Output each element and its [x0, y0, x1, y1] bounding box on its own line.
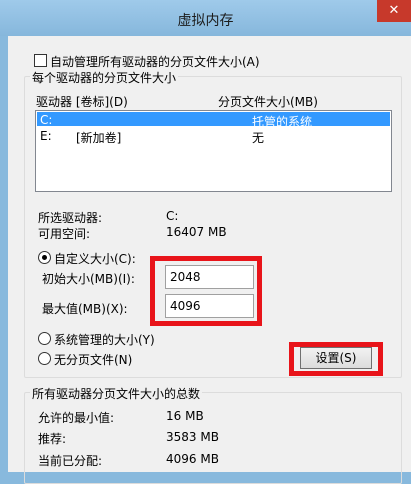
currently-allocated-label: 当前已分配:: [38, 454, 103, 468]
recommended-label: 推荐:: [38, 432, 67, 446]
no-paging-radio[interactable]: [38, 352, 51, 365]
system-managed-radio[interactable]: [38, 332, 51, 345]
close-icon: ✕: [388, 3, 400, 18]
free-space-value: 16407 MB: [166, 225, 227, 239]
selected-drive-label: 所选驱动器:: [38, 211, 103, 225]
drive-row-size[interactable]: 托管的系统: [252, 113, 312, 130]
initial-size-label: 初始大小(MB)(I):: [42, 272, 135, 286]
selected-drive-value: C:: [166, 209, 179, 223]
custom-size-radio[interactable]: [38, 251, 51, 264]
no-paging-label[interactable]: 无分页文件(N): [54, 351, 132, 368]
max-size-input[interactable]: 4096: [165, 294, 254, 318]
drive-row-drive[interactable]: E:: [40, 129, 52, 143]
min-allowed-value: 16 MB: [166, 409, 204, 423]
currently-allocated-value: 4096 MB: [166, 452, 219, 466]
system-managed-label[interactable]: 系统管理的大小(Y): [54, 331, 155, 348]
close-button[interactable]: ✕: [377, 0, 411, 22]
column-header-size: 分页文件大小(MB): [218, 95, 318, 109]
set-button[interactable]: 设置(S): [300, 347, 372, 369]
drive-row-label[interactable]: [新加卷]: [76, 129, 121, 146]
window-title: 虚拟内存: [177, 13, 234, 29]
dialog-body: 自动管理所有驱动器的分页文件大小(A) 每个驱动器的分页文件大小 驱动器 [卷标…: [8, 36, 411, 484]
drives-group-title: 每个驱动器的分页文件大小: [30, 69, 179, 86]
drive-list[interactable]: C: 托管的系统 E: [新加卷] 无: [35, 110, 392, 192]
drive-row-selected[interactable]: [37, 112, 390, 126]
min-allowed-label: 允许的最小值:: [38, 411, 115, 425]
auto-manage-checkbox[interactable]: [34, 54, 47, 67]
title-bar[interactable]: 虚拟内存 ✕: [0, 0, 411, 36]
drive-row-drive[interactable]: C:: [40, 113, 52, 127]
totals-group-title: 所有驱动器分页文件大小的总数: [30, 385, 203, 402]
column-header-drive: 驱动器 [卷标](D): [36, 95, 128, 109]
recommended-value: 3583 MB: [166, 430, 219, 444]
auto-manage-label[interactable]: 自动管理所有驱动器的分页文件大小(A): [50, 53, 260, 70]
max-size-label: 最大值(MB)(X):: [42, 302, 128, 316]
free-space-label: 可用空间:: [38, 227, 91, 241]
initial-size-input[interactable]: 2048: [165, 265, 254, 289]
custom-size-label[interactable]: 自定义大小(C):: [54, 250, 136, 267]
drive-row-size[interactable]: 无: [252, 129, 264, 146]
